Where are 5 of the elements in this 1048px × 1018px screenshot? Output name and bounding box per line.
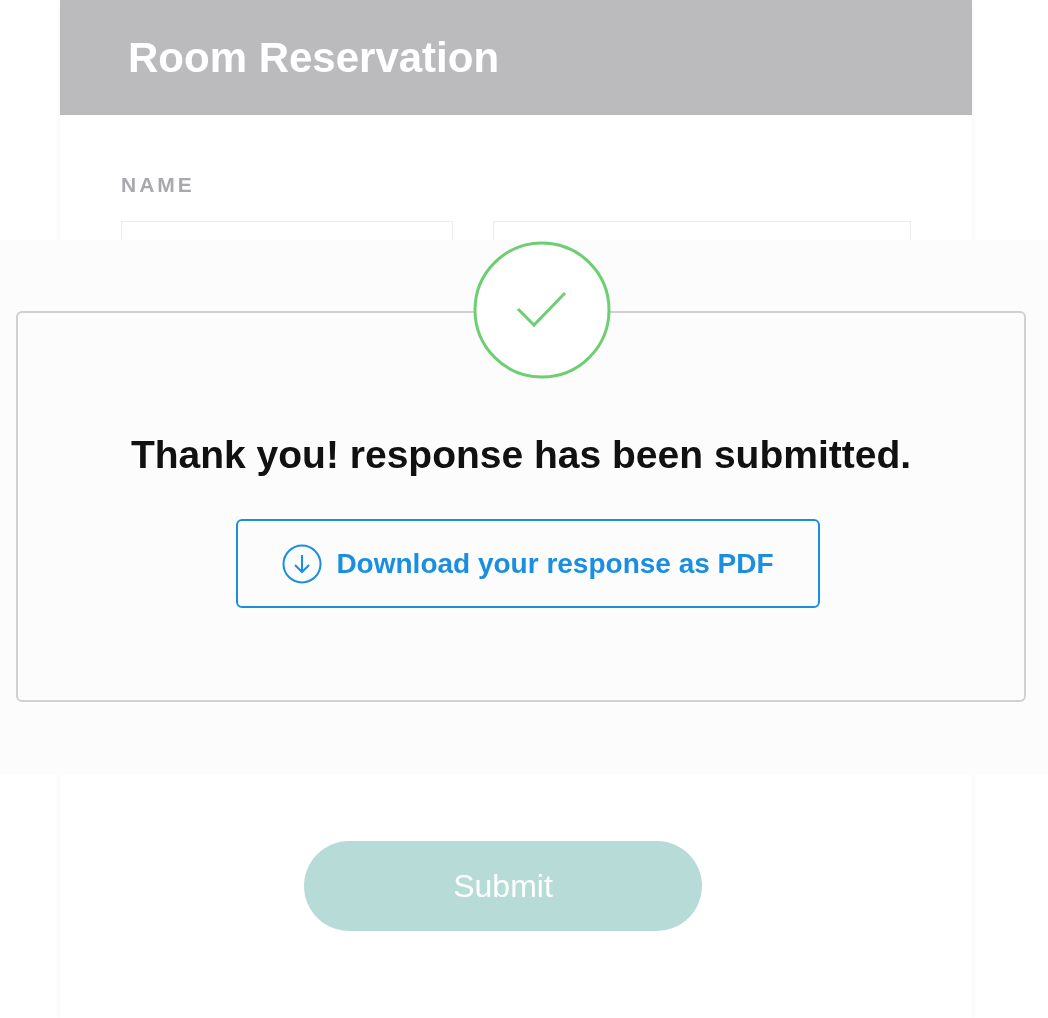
success-message: Thank you! response has been submitted. [130,433,912,477]
download-icon [282,543,323,584]
form-title: Room Reservation [128,33,500,82]
field-label: NAME [121,173,196,197]
download-button[interactable]: Download your response as PDF [236,519,820,608]
